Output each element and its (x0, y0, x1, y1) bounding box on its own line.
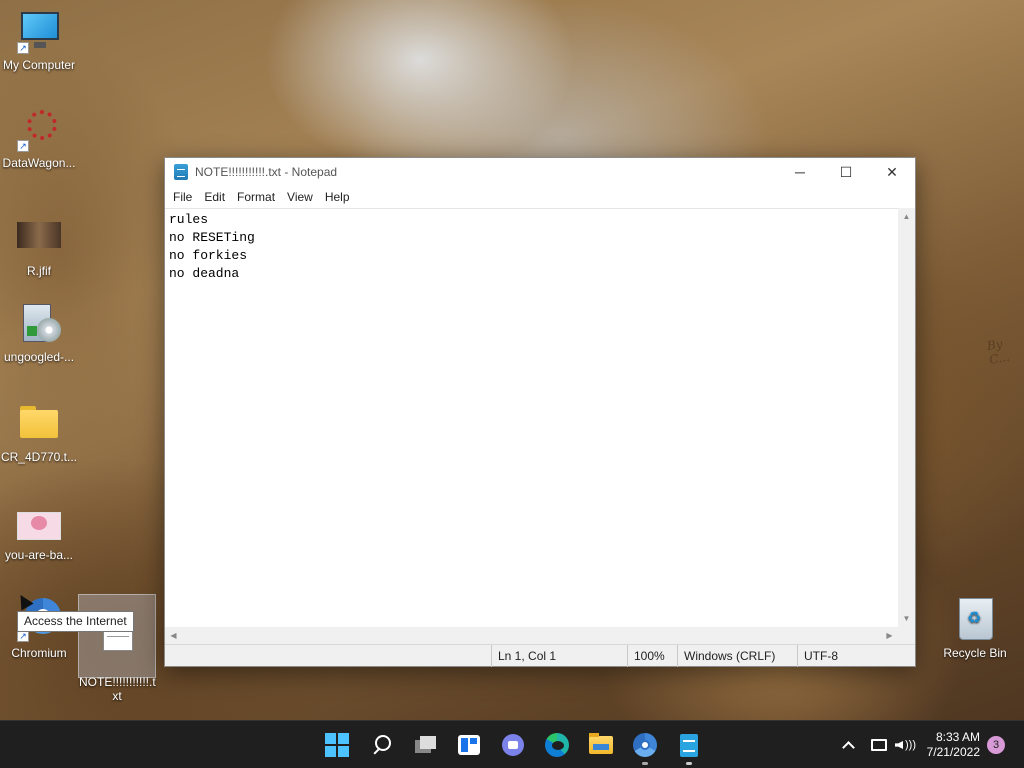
scroll-right-arrow-icon[interactable]: ▶ (881, 627, 898, 644)
show-hidden-icons-chevron-icon[interactable] (842, 721, 855, 768)
chromium-icon[interactable] (629, 729, 661, 765)
desktop-icon-label: Chromium (11, 646, 67, 660)
desktop-icon-r-jfif[interactable]: R.jfif (0, 216, 78, 278)
desktop-icon-label: CR_4D770.t... (0, 450, 78, 464)
tooltip: Access the Internet (17, 611, 134, 632)
desktop-icon-ungoogled[interactable]: ungoogled-... (0, 302, 78, 364)
text-editor[interactable]: rules no RESETing no forkies no deadna (165, 208, 898, 627)
status-zoom: 100% (627, 645, 665, 667)
menu-bar: File Edit Format View Help (165, 186, 915, 208)
desktop-icon-label: R.jfif (27, 264, 51, 278)
widgets-icon[interactable] (453, 729, 485, 761)
desktop-icon-label: My Computer (2, 58, 76, 72)
search-icon[interactable] (365, 729, 397, 761)
datawagon-icon: ↗ (17, 108, 61, 152)
scroll-down-arrow-icon[interactable]: ▼ (898, 610, 915, 627)
minimize-button[interactable]: ─ (777, 158, 823, 186)
network-icon[interactable] (871, 721, 887, 768)
menu-edit[interactable]: Edit (198, 190, 231, 204)
desktop-icon-my-computer[interactable]: ↗ My Computer (0, 10, 78, 72)
desktop-icon-recycle-bin[interactable]: ♻ Recycle Bin (936, 598, 1014, 660)
desktop-icon-note-txt[interactable]: NOTE!!!!!!!!!!!.t xt (78, 594, 156, 703)
horizontal-scrollbar[interactable]: ◀ ▶ (165, 627, 898, 644)
desktop-icon-label: you-are-ba... (4, 548, 74, 562)
notepad-window: NOTE!!!!!!!!!!!.txt - Notepad ─ ☐ ✕ File… (164, 157, 916, 667)
scroll-left-arrow-icon[interactable]: ◀ (165, 627, 182, 644)
desktop-icon-cr-folder[interactable]: CR_4D770.t... (0, 402, 78, 464)
status-line-ending: Windows (CRLF) (677, 645, 775, 667)
task-view-icon[interactable] (409, 729, 441, 761)
notepad-icon (174, 164, 188, 180)
desktop-icon-label: DataWagon... (2, 156, 76, 170)
desktop-icon-label: Recycle Bin (943, 646, 1007, 660)
chat-icon[interactable] (497, 729, 529, 761)
menu-help[interactable]: Help (319, 190, 356, 204)
clock[interactable]: 8:33 AM 7/21/2022 (927, 730, 980, 760)
vertical-scrollbar[interactable]: ▲ ▼ (898, 208, 915, 627)
title-bar[interactable]: NOTE!!!!!!!!!!!.txt - Notepad ─ ☐ ✕ (165, 158, 915, 186)
monitor-icon: ↗ (17, 10, 61, 54)
close-button[interactable]: ✕ (869, 158, 915, 186)
notepad-icon[interactable] (673, 729, 705, 765)
edge-icon[interactable] (541, 729, 573, 761)
recycle-bin-icon: ♻ (953, 598, 997, 642)
image-thumbnail-icon (17, 216, 61, 260)
status-cursor-position: Ln 1, Col 1 (491, 645, 556, 667)
menu-view[interactable]: View (281, 190, 319, 204)
taskbar: ))) 8:33 AM 7/21/2022 3 (0, 720, 1024, 768)
desktop-icon-label: ungoogled-... (3, 350, 75, 364)
notification-badge[interactable]: 3 (987, 736, 1005, 754)
start-icon[interactable] (321, 729, 353, 761)
scroll-up-arrow-icon[interactable]: ▲ (898, 208, 915, 225)
window-title: NOTE!!!!!!!!!!!.txt - Notepad (195, 165, 338, 179)
menu-file[interactable]: File (167, 190, 198, 204)
desktop-icon-you-are-ba[interactable]: you-are-ba... (0, 500, 78, 562)
menu-format[interactable]: Format (231, 190, 281, 204)
maximize-button[interactable]: ☐ (823, 158, 869, 186)
desktop-icon-label: NOTE!!!!!!!!!!!.t xt (79, 675, 156, 703)
desktop-icon-datawagon[interactable]: ↗ DataWagon... (0, 108, 78, 170)
folder-icon (17, 402, 61, 446)
status-encoding: UTF-8 (797, 645, 838, 667)
image-thumbnail-icon (17, 500, 61, 544)
scrollbar-corner (898, 627, 915, 644)
clock-time: 8:33 AM (935, 730, 980, 744)
status-bar: Ln 1, Col 1 100% Windows (CRLF) UTF-8 (165, 644, 915, 667)
wallpaper-watermark: By C... (985, 336, 1011, 367)
installer-icon (17, 302, 61, 346)
volume-icon[interactable]: ))) (895, 721, 916, 768)
file-explorer-icon[interactable] (585, 729, 617, 761)
clock-date: 7/21/2022 (926, 745, 980, 759)
